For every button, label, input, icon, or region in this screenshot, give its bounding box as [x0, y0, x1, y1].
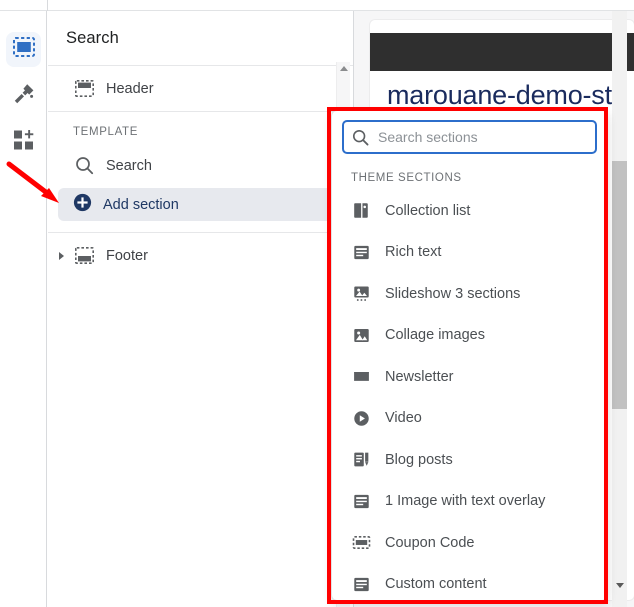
custom-content-icon [351, 574, 371, 594]
header-icon [73, 78, 95, 100]
coupon-icon [351, 533, 371, 553]
section-item-custom-content[interactable]: Custom content [332, 564, 607, 601]
envelope-icon [351, 367, 371, 387]
section-item-blog-posts[interactable]: Blog posts [332, 439, 607, 481]
section-item-label: Coupon Code [385, 534, 475, 551]
section-item-label: Slideshow 3 sections [385, 285, 521, 302]
paint-roller-icon [12, 82, 36, 111]
search-icon [352, 129, 369, 146]
section-item-slideshow-3-sections[interactable]: Slideshow 3 sections [332, 273, 607, 315]
sections-panel: Search Header TEMPLATE Search Add sectio… [48, 11, 354, 607]
play-circle-icon [351, 408, 371, 428]
preview-top-banner [370, 33, 634, 71]
section-item-coupon-code[interactable]: Coupon Code [332, 522, 607, 564]
store-title: marouane-demo-sto [387, 80, 627, 110]
rail-item-sections[interactable] [6, 32, 41, 67]
search-sections-field[interactable] [342, 120, 597, 154]
chevron-right-icon[interactable] [59, 251, 64, 260]
plus-circle-icon [73, 193, 92, 217]
section-item-label: Blog posts [385, 451, 453, 468]
footer-icon [73, 245, 95, 267]
chrome-divider [47, 0, 48, 11]
section-item-label: Video [385, 410, 422, 427]
section-item-rich-text[interactable]: Rich text [332, 232, 607, 274]
section-item-1-image-with-text-overlay[interactable]: 1 Image with text overlay [332, 481, 607, 523]
scroll-up-arrow-icon[interactable] [340, 66, 348, 71]
section-item-label: Rich text [385, 244, 442, 261]
section-item-video[interactable]: Video [332, 398, 607, 440]
page-title: Search [66, 28, 119, 47]
section-item-label: 1 Image with text overlay [385, 493, 546, 510]
slideshow-icon [351, 284, 371, 304]
add-section-dropdown: THEME SECTIONS Collection list [331, 110, 608, 601]
scroll-down-arrow-icon[interactable] [616, 583, 624, 588]
section-item-label: Collection list [385, 202, 471, 219]
image-icon [351, 325, 371, 345]
theme-sections-list: Collection list Rich text Slideshow 3 se… [332, 190, 607, 601]
rail-item-apps[interactable] [6, 125, 41, 160]
dropdown-search-wrap [332, 111, 607, 160]
section-item-label: Newsletter [385, 368, 454, 385]
section-item-collage-images[interactable]: Collage images [332, 315, 607, 357]
tree-row-header[interactable]: Header [48, 66, 353, 111]
preview-scrollbar[interactable] [612, 11, 627, 607]
theme-editor-window: Search Header TEMPLATE Search Add sectio… [0, 0, 634, 607]
section-item-newsletter[interactable]: Newsletter [332, 356, 607, 398]
section-item-label: Collage images [385, 327, 485, 344]
tree-row-footer-label: Footer [106, 247, 148, 264]
rail-item-theme-settings[interactable] [6, 79, 41, 114]
search-icon [73, 155, 95, 177]
apps-add-icon [13, 129, 35, 156]
tree-row-header-label: Header [106, 80, 154, 97]
add-section-button[interactable]: Add section [58, 188, 343, 221]
sections-icon [12, 37, 35, 62]
blog-icon [351, 450, 371, 470]
template-group-label: TEMPLATE [73, 126, 139, 138]
tag-icon [351, 201, 371, 221]
top-chrome-strip [0, 0, 634, 11]
text-block-icon [351, 242, 371, 262]
image-text-icon [351, 491, 371, 511]
tree-row-search[interactable]: Search [48, 143, 353, 188]
section-item-label: Custom content [385, 576, 487, 593]
section-item-collection-list[interactable]: Collection list [332, 190, 607, 232]
theme-sections-group-label: THEME SECTIONS [351, 172, 462, 184]
left-icon-rail [0, 11, 47, 607]
panel-header: Search [48, 11, 353, 66]
add-section-label: Add section [103, 196, 179, 213]
search-sections-input[interactable] [378, 129, 587, 145]
tree-row-search-label: Search [106, 157, 152, 174]
tree-row-footer[interactable]: Footer [48, 233, 353, 278]
scrollbar-thumb[interactable] [612, 161, 627, 409]
